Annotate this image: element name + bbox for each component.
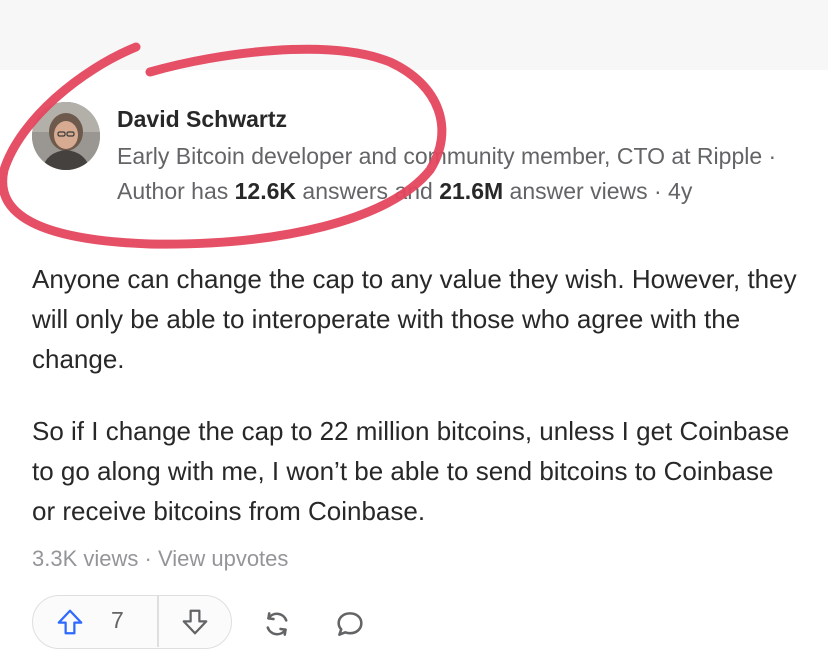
answer-age[interactable]: 4y — [668, 178, 692, 204]
views-text: answer views · — [503, 178, 669, 204]
comment-icon — [337, 612, 363, 636]
author-credential: Early Bitcoin developer and community me… — [117, 139, 797, 209]
arrow-up-icon — [57, 609, 83, 635]
upvote-button[interactable]: 7 — [33, 596, 157, 647]
answer-views-count: 21.6M — [439, 178, 504, 204]
answers-count: 12.6K — [234, 178, 297, 204]
stats-separator: · — [138, 546, 158, 571]
comment-button[interactable] — [333, 607, 367, 646]
share-button[interactable] — [260, 607, 294, 646]
author-avatar[interactable] — [32, 102, 100, 170]
view-upvotes-link[interactable]: View upvotes — [158, 546, 288, 571]
author-name[interactable]: David Schwartz — [117, 106, 287, 133]
vote-control: 7 — [32, 595, 232, 649]
arrow-down-icon — [182, 609, 208, 635]
upvote-count: 7 — [111, 607, 124, 633]
answer-paragraph: So if I change the cap to 22 million bit… — [32, 416, 790, 526]
share-icon — [266, 612, 288, 636]
top-strip — [0, 0, 828, 70]
downvote-button[interactable] — [159, 596, 231, 647]
answers-text: answers and — [296, 178, 440, 204]
answer-stats: 3.3K views · View upvotes — [32, 546, 288, 572]
avatar-photo — [32, 102, 100, 170]
views-count: 3.3K views — [32, 546, 139, 571]
answer-paragraph: Anyone can change the cap to any value t… — [32, 264, 797, 374]
